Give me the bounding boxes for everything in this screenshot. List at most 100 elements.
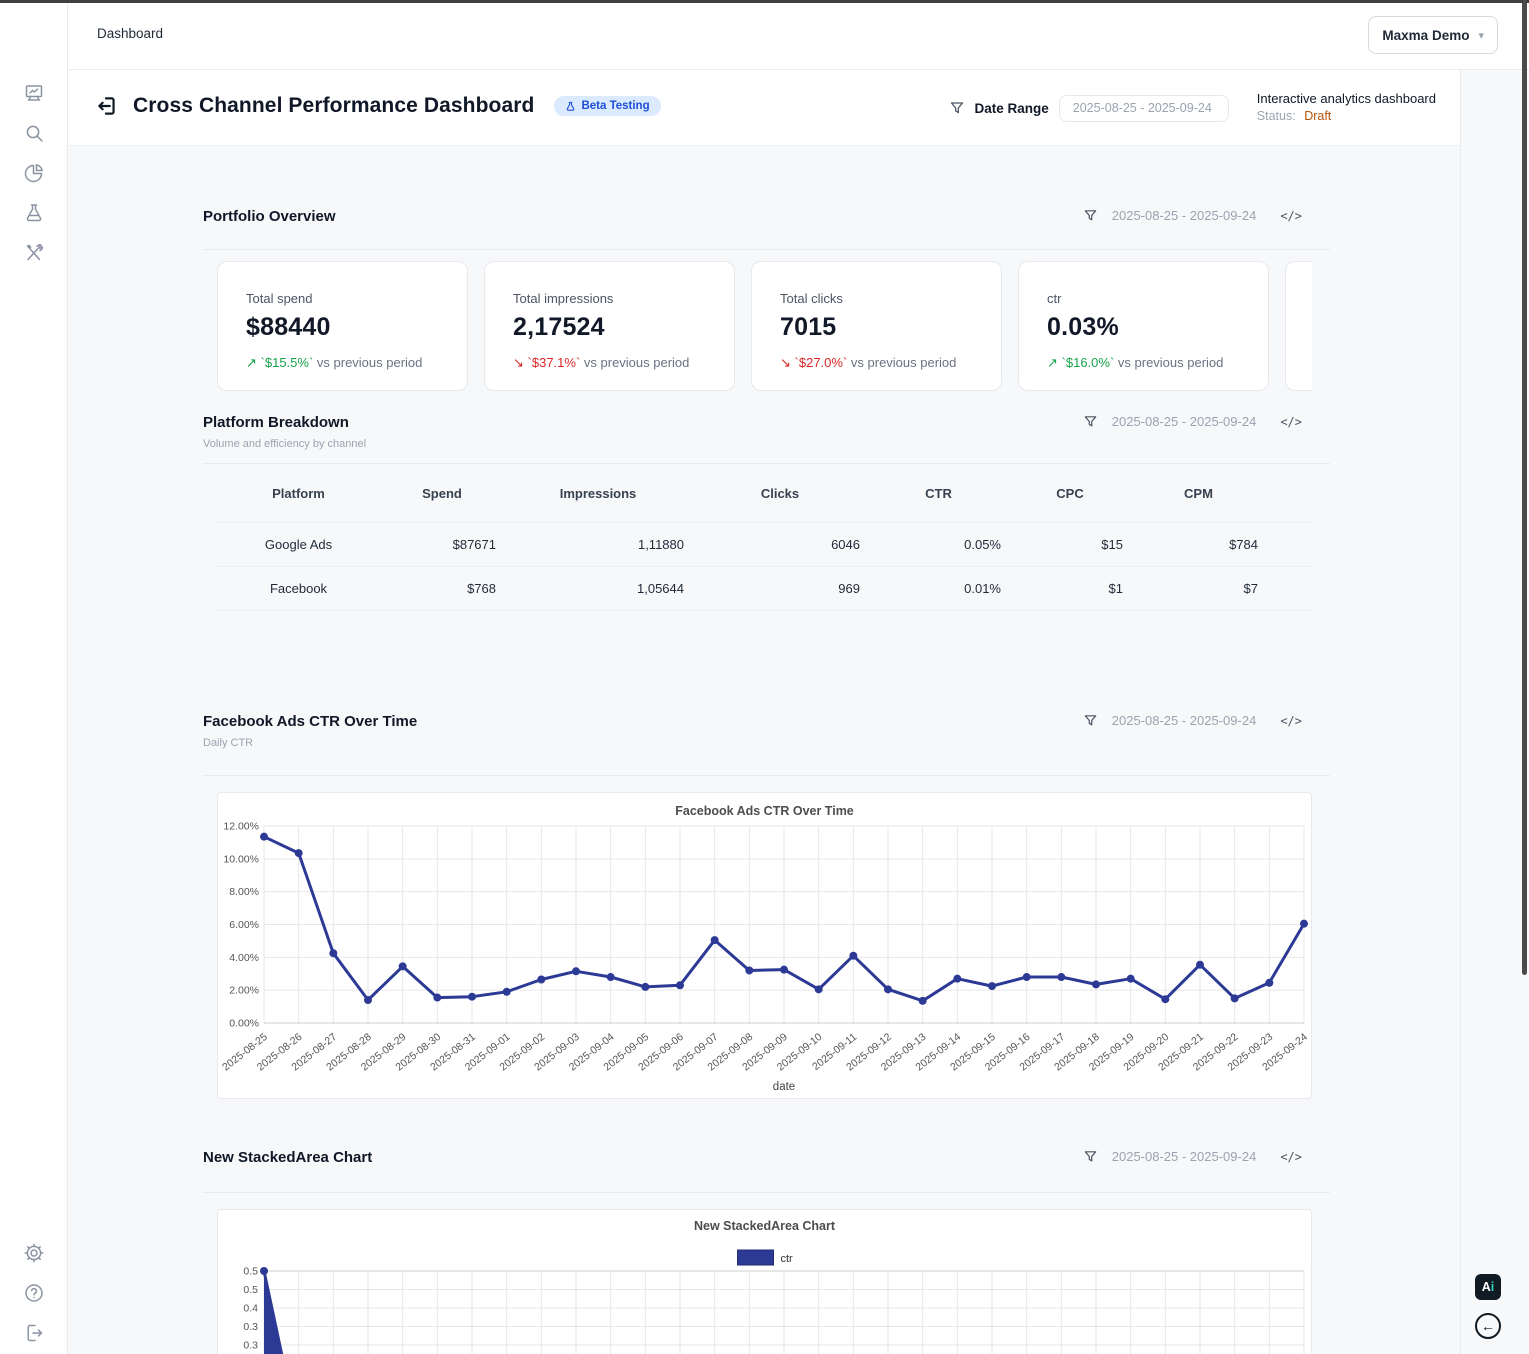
search-icon[interactable] [23,122,45,144]
kpi-trend-suffix: vs previous period [580,355,689,370]
svg-text:0.5: 0.5 [243,1266,258,1278]
kpi-label: Total spend [246,291,445,306]
kpi-trend-suffix: vs previous period [1114,355,1223,370]
code-icon[interactable]: </> [1280,714,1302,728]
code-icon[interactable]: </> [1280,1150,1302,1164]
kpi-value: 0.03% [1047,313,1246,342]
ctr-line-chart: Facebook Ads CTR Over Time0.00%2.00%4.00… [217,792,1312,1099]
column-header: Platform [217,464,380,523]
filter-funnel-icon[interactable] [1083,414,1098,429]
main-area: Cross Channel Performance Dashboard Beta… [68,70,1460,1354]
collapse-back-button[interactable]: ← [1475,1313,1501,1339]
flask-badge-icon [565,101,576,112]
column-header: CPM [1131,464,1266,523]
cell-cpm: $784 [1131,523,1266,567]
code-icon[interactable]: </> [1280,415,1302,429]
platform-breakdown-table: Platform Spend Impressions Clicks CTR CP… [217,464,1312,611]
table-header-row: Platform Spend Impressions Clicks CTR CP… [217,464,1312,523]
badge-label: Beta Testing [581,100,649,112]
svg-text:0.3: 0.3 [243,1340,258,1352]
settings-gear-icon[interactable] [23,1242,45,1264]
cell-ctr: 0.01% [868,567,1009,611]
svg-text:0.3: 0.3 [243,1321,258,1333]
kpi-value: 2,17524 [513,313,712,342]
help-icon[interactable] [23,1282,45,1304]
filter-funnel-icon[interactable] [949,100,965,116]
page-title: Cross Channel Performance Dashboard [133,94,534,118]
ai-assistant-button[interactable]: Ai [1475,1274,1501,1300]
cell-cpc: $1 [1009,567,1131,611]
column-header: Spend [380,464,504,523]
page-header: Cross Channel Performance Dashboard Beta… [68,70,1460,146]
chevron-down-icon: ▾ [1478,29,1484,42]
ai-button-label-accent: i [1491,1280,1494,1294]
trend-up-arrow-icon: ↗ [1047,355,1058,370]
trend-up-arrow-icon: ↗ [246,355,257,370]
kpi-trend-suffix: vs previous period [313,355,422,370]
section-platform-header: Platform Breakdown Volume and efficiency… [203,414,1330,464]
svg-text:4.00%: 4.00% [229,952,259,964]
svg-text:date: date [773,1081,795,1093]
dashboard-board-icon[interactable] [23,82,45,104]
kpi-trend-suffix: vs previous period [847,355,956,370]
status-value: Draft [1304,109,1331,123]
date-range-label: Date Range [975,101,1049,116]
window-top-edge [0,0,1529,3]
workspace-selector[interactable]: Maxma Demo ▾ [1368,16,1498,54]
exit-dashboard-icon[interactable] [95,94,119,118]
kpi-value: $88440 [246,313,445,342]
app-window: Dashboard Maxma Demo ▾ Cross Channel Per… [0,0,1529,1354]
date-range-input[interactable] [1059,95,1229,122]
kpi-change: `$27.0%` [795,355,848,370]
cell-spend: $87671 [380,523,504,567]
code-icon[interactable]: </> [1280,209,1302,223]
sidebar [0,3,68,1354]
pie-chart-icon[interactable] [23,162,45,184]
svg-text:12.00%: 12.00% [223,821,259,833]
table-row-google-ads: Google Ads $87671 1,11880 6046 0.05% $15… [217,523,1312,567]
cell-cpc: $15 [1009,523,1131,567]
ai-button-label: A [1482,1280,1491,1294]
filter-funnel-icon[interactable] [1083,713,1098,728]
cell-ctr: 0.05% [868,523,1009,567]
kpi-card-total-clicks: Total clicks 7015 ↘ `$27.0%` vs previous… [751,261,1002,391]
status-label: Status: [1257,109,1296,123]
tools-icon[interactable] [23,242,45,264]
svg-text:6.00%: 6.00% [229,919,259,931]
top-bar: Dashboard Maxma Demo ▾ [68,3,1529,70]
svg-text:0.4: 0.4 [243,1303,258,1315]
section-title: Platform Breakdown [203,414,366,431]
kpi-label: Total clicks [780,291,979,306]
cell-spend: $768 [380,567,504,611]
breadcrumb[interactable]: Dashboard [97,26,163,41]
status-badge: Beta Testing [554,96,660,116]
column-header: Impressions [504,464,692,523]
cell-impressions: 1,05644 [504,567,692,611]
cell-clicks: 969 [692,567,868,611]
kpi-label: Total impressions [513,291,712,306]
filter-funnel-icon[interactable] [1083,1149,1098,1164]
section-subtitle: Daily CTR [203,737,417,749]
section-title: New StackedArea Chart [203,1149,372,1166]
table-row-facebook: Facebook $768 1,05644 969 0.01% $1 $7 [217,567,1312,611]
right-rail: Ai ← [1460,70,1529,1354]
svg-text:10.00%: 10.00% [223,853,259,865]
kpi-card-total-impressions: Total impressions 2,17524 ↘ `$37.1%` vs … [484,261,735,391]
stacked-area-chart: New StackedArea Chartctr0.50.50.40.30.3 [217,1209,1312,1354]
section-date-range: 2025-08-25 - 2025-09-24 [1112,1149,1257,1164]
kpi-card-clipped: c $ ↗ [1285,261,1312,391]
cell-platform: Facebook [217,567,380,611]
section-stacked-chart-header: New StackedArea Chart 2025-08-25 - 2025-… [203,1149,1330,1193]
dashboard-description: Interactive analytics dashboard [1257,91,1436,107]
filter-funnel-icon[interactable] [1083,208,1098,223]
scrollbar-thumb[interactable] [1522,0,1527,975]
cell-clicks: 6046 [692,523,868,567]
dashboard-content: Portfolio Overview 2025-08-25 - 2025-09-… [68,146,1460,1354]
kpi-label: ctr [1047,291,1246,306]
logout-icon[interactable] [23,1322,45,1344]
kpi-cards-row: Total spend $88440 ↗ `$15.5%` vs previou… [217,261,1312,391]
section-title: Facebook Ads CTR Over Time [203,713,417,730]
section-ctr-chart-header: Facebook Ads CTR Over Time Daily CTR 202… [203,713,1330,776]
column-header: CTR [868,464,1009,523]
flask-icon[interactable] [23,202,45,224]
